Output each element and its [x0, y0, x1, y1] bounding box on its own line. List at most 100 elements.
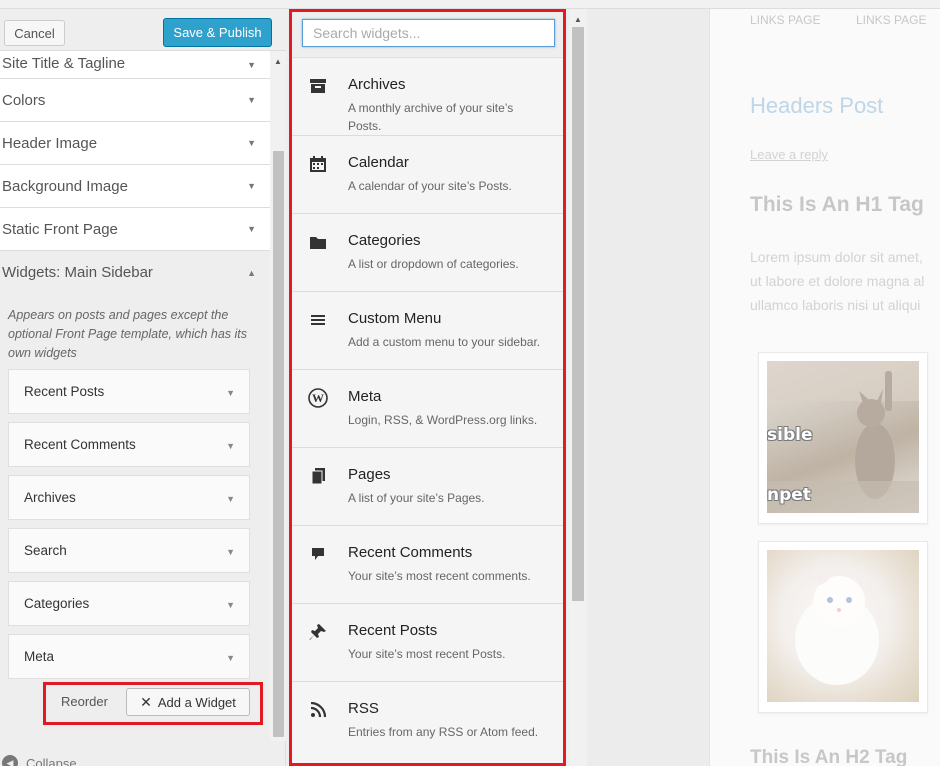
widget-description: Your site’s most recent Posts.	[348, 647, 506, 661]
collapse-label: Collapse	[26, 755, 77, 766]
collapse-arrow-icon: ◀	[2, 755, 18, 766]
available-widget-recent-posts[interactable]: Recent Posts Your site’s most recent Pos…	[292, 604, 563, 682]
widget-description: Add a custom menu to your sidebar.	[348, 335, 541, 349]
widget-title: Recent Comments	[348, 544, 473, 561]
chevron-up-icon: ▲	[247, 267, 256, 278]
section-header-image[interactable]: Header Image ▼	[0, 122, 270, 165]
sidebar-widget-list: Recent Posts ▼ Recent Comments ▼ Archive…	[0, 369, 270, 693]
comment-icon	[308, 544, 328, 564]
widget-description: Login, RSS, & WordPress.org links.	[348, 413, 538, 427]
scrollbar-thumb[interactable]	[572, 27, 584, 601]
chevron-down-icon[interactable]: ▼	[226, 494, 235, 504]
widget-title: Custom Menu	[348, 310, 442, 327]
widget-label: Recent Posts	[24, 384, 105, 399]
available-widget-pages[interactable]: Pages A list of your site’s Pages.	[292, 448, 563, 526]
wordpress-icon: W	[308, 388, 328, 408]
sidebar-widget-recent-comments[interactable]: Recent Comments ▼	[8, 422, 250, 467]
folder-icon	[308, 232, 328, 252]
section-widgets-main-sidebar[interactable]: Widgets: Main Sidebar ▲	[0, 251, 270, 294]
widget-title: Calendar	[348, 154, 409, 171]
chevron-down-icon: ▼	[247, 95, 256, 105]
widget-label: Categories	[24, 596, 90, 611]
reorder-link[interactable]: Reorder	[61, 694, 108, 709]
section-label: Background Image	[2, 177, 128, 195]
browser-bookmark-strip	[0, 0, 940, 9]
rss-icon	[308, 700, 328, 720]
save-publish-button[interactable]: Save & Publish	[163, 18, 272, 47]
chevron-down-icon[interactable]: ▼	[226, 600, 235, 610]
chevron-down-icon: ▼	[247, 181, 256, 191]
pages-icon	[308, 466, 328, 486]
scroll-up-arrow-icon[interactable]: ▲	[574, 15, 582, 24]
widget-title: Archives	[348, 76, 406, 93]
section-static-front-page[interactable]: Static Front Page ▼	[0, 208, 270, 251]
add-widget-button[interactable]: ✕ Add a Widget	[126, 688, 250, 716]
widget-description: A list or dropdown of categories.	[348, 257, 519, 271]
scroll-up-arrow-icon[interactable]: ▲	[274, 57, 282, 66]
section-label: Widgets: Main Sidebar	[2, 264, 153, 281]
section-label: Header Image	[2, 134, 98, 152]
section-background-image[interactable]: Background Image ▼	[0, 165, 270, 208]
sidebar-description: Appears on posts and pages except the op…	[0, 294, 262, 369]
available-widget-recent-comments[interactable]: Recent Comments Your site’s most recent …	[292, 526, 563, 604]
widget-search-input[interactable]	[302, 19, 555, 47]
widget-description: A list of your site’s Pages.	[348, 491, 485, 505]
scrollbar-thumb[interactable]	[273, 151, 284, 737]
chevron-down-icon: ▼	[247, 59, 256, 70]
section-label: Static Front Page	[2, 220, 118, 238]
collapse-button[interactable]: ◀ Collapse	[2, 755, 77, 766]
widget-description: A monthly archive of your site’s Posts.	[348, 101, 514, 133]
available-widget-categories[interactable]: Categories A list or dropdown of categor…	[292, 214, 563, 292]
widget-actions-highlight: Reorder ✕ Add a Widget	[43, 682, 263, 725]
close-x-icon: ✕	[140, 693, 152, 710]
widget-title: RSS	[348, 700, 379, 717]
customizer-sections: Site Title & Tagline ▼ Colors ▼ Header I…	[0, 51, 270, 741]
chevron-down-icon[interactable]: ▼	[226, 653, 235, 663]
chevron-down-icon[interactable]: ▼	[226, 547, 235, 557]
widget-label: Archives	[24, 490, 76, 505]
site-preview: LINKS PAGE LINKS PAGE Headers Post Leave…	[709, 9, 940, 766]
available-widget-meta[interactable]: W Meta Login, RSS, & WordPress.org links…	[292, 370, 563, 448]
add-widget-label: Add a Widget	[157, 694, 236, 710]
widget-title: Meta	[348, 388, 382, 405]
preview-dim-overlay	[710, 9, 940, 766]
preview-margin	[587, 9, 709, 766]
chevron-down-icon: ▼	[247, 224, 256, 234]
available-widgets-panel: Archives A monthly archive of your site’…	[289, 9, 566, 766]
menu-icon	[308, 310, 328, 330]
available-widget-rss[interactable]: RSS Entries from any RSS or Atom feed.	[292, 682, 563, 760]
sidebar-widget-meta[interactable]: Meta ▼	[8, 634, 250, 679]
chevron-down-icon[interactable]: ▼	[226, 441, 235, 451]
pin-icon	[308, 622, 328, 642]
sidebar-widget-categories[interactable]: Categories ▼	[8, 581, 250, 626]
sidebar-widget-archives[interactable]: Archives ▼	[8, 475, 250, 520]
chevron-down-icon: ▼	[247, 138, 256, 148]
widget-title: Recent Posts	[348, 622, 438, 639]
section-site-title[interactable]: Site Title & Tagline ▼	[0, 51, 270, 79]
available-widget-archives[interactable]: Archives A monthly archive of your site’…	[292, 58, 563, 136]
widget-description: A calendar of your site’s Posts.	[348, 179, 512, 193]
customizer-scrollbar[interactable]: ▲	[270, 51, 286, 741]
widget-search-bar	[292, 12, 563, 58]
archive-icon	[308, 76, 328, 96]
svg-text:W: W	[312, 391, 324, 405]
widget-title: Categories	[348, 232, 421, 249]
widget-description: Entries from any RSS or Atom feed.	[348, 725, 539, 739]
available-widget-custom-menu[interactable]: Custom Menu Add a custom menu to your si…	[292, 292, 563, 370]
customizer-header: Cancel Save & Publish	[0, 9, 286, 51]
sidebar-widget-recent-posts[interactable]: Recent Posts ▼	[8, 369, 250, 414]
section-colors[interactable]: Colors ▼	[0, 79, 270, 122]
section-label: Site Title & Tagline	[2, 55, 126, 72]
cancel-button[interactable]: Cancel	[4, 20, 65, 46]
available-widget-calendar[interactable]: Calendar A calendar of your site’s Posts…	[292, 136, 563, 214]
widget-title: Pages	[348, 466, 391, 483]
widget-label: Search	[24, 543, 67, 558]
section-label: Colors	[2, 91, 46, 109]
calendar-icon	[308, 154, 328, 174]
widget-description: Your site’s most recent comments.	[348, 569, 531, 583]
widget-label: Meta	[24, 649, 55, 664]
sidebar-widget-search[interactable]: Search ▼	[8, 528, 250, 573]
customizer-panel: Cancel Save & Publish Site Title & Tagli…	[0, 9, 286, 766]
widgets-panel-scrollbar[interactable]: ▲	[569, 9, 587, 766]
chevron-down-icon[interactable]: ▼	[226, 388, 235, 398]
